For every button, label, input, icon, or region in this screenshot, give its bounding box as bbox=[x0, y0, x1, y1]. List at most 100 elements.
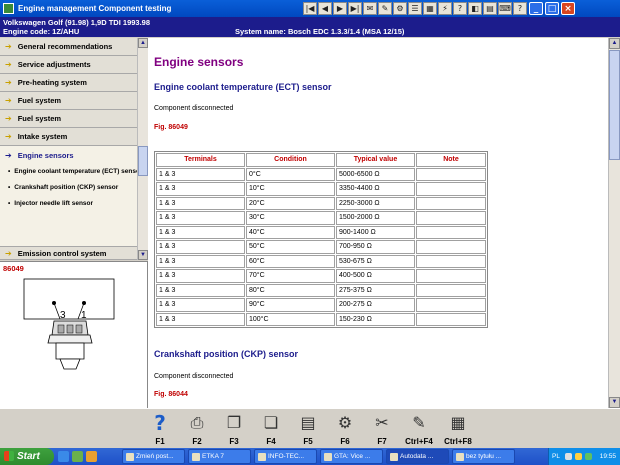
pin-label: 3 bbox=[60, 310, 66, 321]
fkey-ctrl-f8[interactable]: ▦ Ctrl+F8 bbox=[441, 412, 475, 448]
sidebar-item-fuel-system-1[interactable]: ➔ Fuel system bbox=[0, 92, 147, 110]
sidebar-scrollbar[interactable]: ▲ ▼ bbox=[137, 38, 148, 260]
toolbar-button-6[interactable]: ⚙ bbox=[393, 2, 407, 15]
ckp-status-text: Component disconnected bbox=[154, 373, 234, 380]
main-scrollbar[interactable]: ▲ ▼ bbox=[608, 38, 620, 408]
media-icon[interactable] bbox=[86, 451, 97, 462]
fkey-f7[interactable]: ✂ F7 bbox=[365, 412, 399, 448]
toolbar-button-8[interactable]: ▦ bbox=[423, 2, 437, 15]
scroll-down-icon[interactable]: ▼ bbox=[138, 250, 148, 260]
sidebar-item-general-recommendations[interactable]: ➔ General recommendations bbox=[0, 38, 147, 56]
minimize-button[interactable]: _ bbox=[529, 2, 543, 15]
fkey-f5[interactable]: ▤ F5 bbox=[291, 412, 325, 448]
toolbar: |◀ ◀ ▶ ▶| ✉ ✎ ⚙ ☰ ▦ ⚡? ◧ ▤ ⌨? bbox=[303, 2, 527, 15]
toolbar-button-7[interactable]: ☰ bbox=[408, 2, 422, 15]
connector-pin bbox=[75, 324, 83, 334]
toolbar-button-10[interactable]: ? bbox=[453, 2, 467, 15]
subitem-ect-sensor[interactable]: • Engine coolant temperature (ECT) sensor bbox=[8, 168, 143, 176]
toolbar-button-2[interactable]: ▶ bbox=[333, 2, 347, 15]
document-icon: ▤ bbox=[300, 413, 316, 432]
table-cell: 5000-6500 Ω bbox=[336, 167, 415, 181]
sidebar-item-service-adjustments[interactable]: ➔ Service adjustments bbox=[0, 56, 147, 74]
toolbar-button-13[interactable]: ⌨ bbox=[498, 2, 512, 15]
toolbar-button-4[interactable]: ✉ bbox=[363, 2, 377, 15]
language-indicator[interactable]: PL bbox=[552, 448, 560, 465]
table-cell: 530-675 Ω bbox=[336, 254, 415, 268]
subitem-ckp-sensor[interactable]: • Crankshaft position (CKP) sensor bbox=[8, 184, 143, 192]
toolbar-button-3[interactable]: ▶| bbox=[348, 2, 362, 15]
tray-app-icon[interactable] bbox=[565, 453, 572, 460]
taskbar-task[interactable]: Autodata ... bbox=[386, 449, 449, 464]
taskbar-task[interactable]: Zmień post... bbox=[122, 449, 185, 464]
sidebar-item-fuel-system-2[interactable]: ➔ Fuel system bbox=[0, 110, 147, 128]
toolbar-button-0[interactable]: |◀ bbox=[303, 2, 317, 15]
ect-fig-link[interactable]: Fig. 86049 bbox=[154, 124, 188, 131]
scroll-thumb[interactable] bbox=[138, 146, 148, 176]
fkey-label: Ctrl+F8 bbox=[444, 437, 472, 446]
fkey-f6[interactable]: ⚙ F6 bbox=[328, 412, 362, 448]
engine-code: Engine code: 1Z/AHU bbox=[3, 27, 80, 36]
messenger-icon[interactable] bbox=[72, 451, 83, 462]
table-cell: 80°C bbox=[246, 283, 335, 297]
scroll-thumb[interactable] bbox=[609, 50, 620, 160]
sidebar-item-pre-heating-system[interactable]: ➔ Pre-heating system bbox=[0, 74, 147, 92]
subitem-label: Crankshaft position (CKP) sensor bbox=[14, 184, 119, 191]
col-note: Note bbox=[416, 153, 486, 167]
scroll-down-icon[interactable]: ▼ bbox=[609, 397, 620, 408]
ckp-fig-link[interactable]: Fig. 86044 bbox=[154, 391, 188, 398]
note-icon: ✎ bbox=[412, 413, 426, 432]
tray-app-icon[interactable] bbox=[575, 453, 582, 460]
title-bar: Engine management Component testing |◀ ◀ ▶… bbox=[0, 0, 620, 17]
toolbar-button-9[interactable]: ⚡ bbox=[438, 2, 452, 15]
toolbar-button-12[interactable]: ▤ bbox=[483, 2, 497, 15]
subitem-injector-needle-lift-sensor[interactable]: • Injector needle lift sensor bbox=[8, 200, 143, 208]
taskbar-task[interactable]: GTA: Vice ... bbox=[320, 449, 383, 464]
start-button[interactable]: Start bbox=[0, 448, 54, 465]
fkey-f3[interactable]: ❐ F3 bbox=[217, 412, 251, 448]
fkey-label: F1 bbox=[155, 437, 165, 446]
table-cell: 1 & 3 bbox=[156, 240, 245, 254]
arrow-right-icon: ➔ bbox=[5, 42, 12, 51]
fkey-ctrl-f4[interactable]: ✎ Ctrl+F4 bbox=[402, 412, 436, 448]
table-row: 1 & 3 10°C 3350-4400 Ω bbox=[156, 182, 486, 196]
taskbar-task[interactable]: ETKA 7 bbox=[188, 449, 251, 464]
tray-app-icon[interactable] bbox=[585, 453, 592, 460]
table-cell bbox=[416, 182, 486, 196]
table-cell: 100°C bbox=[246, 312, 335, 326]
table-cell: 400-500 Ω bbox=[336, 269, 415, 283]
sidebar-item-engine-sensors[interactable]: ➔ Engine sensors bbox=[0, 146, 147, 164]
figure-thumbnail-panel: 86049 3 1 bbox=[0, 261, 148, 408]
table-cell: 1 & 3 bbox=[156, 254, 245, 268]
sidebar-subitems: • Engine coolant temperature (ECT) sensor… bbox=[0, 164, 147, 208]
toolbar-button-14[interactable]: ? bbox=[513, 2, 527, 15]
table-cell: 1 & 3 bbox=[156, 269, 245, 283]
table-cell: 1 & 3 bbox=[156, 182, 245, 196]
sensor-connector-diagram: 3 1 bbox=[23, 278, 115, 370]
sidebar-item-emission-control[interactable]: ➔ Emission control system bbox=[0, 246, 137, 260]
fkey-f2[interactable]: ⎙ F2 bbox=[180, 412, 214, 448]
table-cell: 1 & 3 bbox=[156, 298, 245, 312]
col-terminals: Terminals bbox=[156, 153, 245, 167]
scroll-up-icon[interactable]: ▲ bbox=[138, 38, 148, 48]
ect-status-text: Component disconnected bbox=[154, 105, 234, 112]
close-button[interactable]: × bbox=[561, 2, 575, 15]
table-row: 1 & 3 80°C 275-375 Ω bbox=[156, 283, 486, 297]
table-cell: 10°C bbox=[246, 182, 335, 196]
table-cell bbox=[416, 298, 486, 312]
toolbar-button-1[interactable]: ◀ bbox=[318, 2, 332, 15]
toolbar-button-11[interactable]: ◧ bbox=[468, 2, 482, 15]
taskbar-task[interactable]: bez tytułu ... bbox=[452, 449, 515, 464]
fkey-f4[interactable]: ❏ F4 bbox=[254, 412, 288, 448]
maximize-button[interactable]: □ bbox=[545, 2, 559, 15]
toolbar-button-5[interactable]: ✎ bbox=[378, 2, 392, 15]
tool-icon: ⚙ bbox=[337, 413, 353, 432]
table-cell: 1500-2000 Ω bbox=[336, 211, 415, 225]
browser-icon[interactable] bbox=[58, 451, 69, 462]
copy-icon: ❐ bbox=[226, 413, 242, 432]
fkey-f1[interactable]: ? F1 bbox=[143, 412, 177, 448]
scroll-up-icon[interactable]: ▲ bbox=[609, 38, 620, 49]
sidebar-item-label: Intake system bbox=[17, 132, 68, 141]
connector-pin bbox=[57, 324, 65, 334]
sidebar-item-intake-system[interactable]: ➔ Intake system bbox=[0, 128, 147, 146]
taskbar-task[interactable]: INFO-TEC... bbox=[254, 449, 317, 464]
